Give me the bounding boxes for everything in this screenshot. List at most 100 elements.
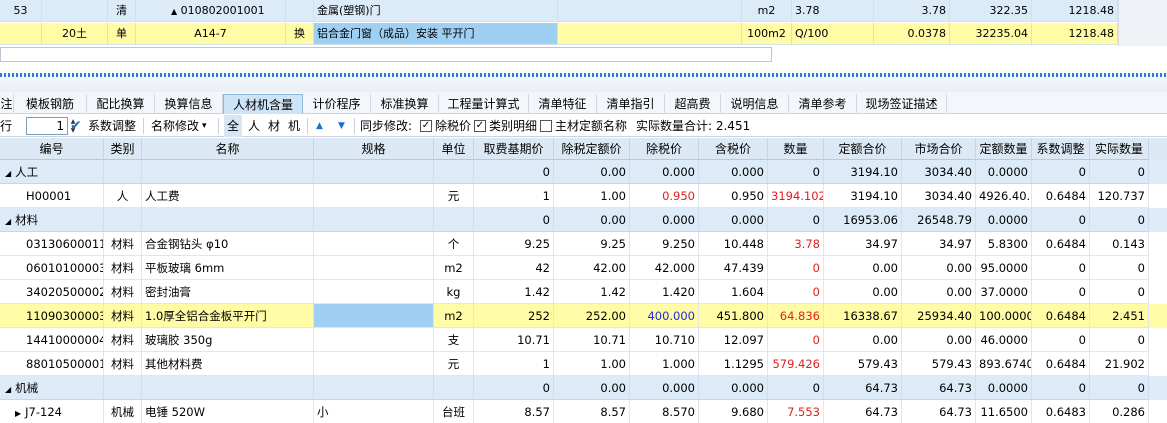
- cell-price-excl-tax[interactable]: 0.950: [630, 184, 699, 208]
- column-header-name[interactable]: 名称: [142, 138, 314, 160]
- cell-quota-quantity[interactable]: 893.6740: [976, 352, 1032, 376]
- column-header-price-excl-tax[interactable]: 除税价: [630, 138, 699, 160]
- cell-code[interactable]: H00001: [0, 184, 104, 208]
- category-detail-checkbox[interactable]: ✓: [474, 120, 486, 132]
- cell-price-incl-tax[interactable]: 451.800: [699, 304, 768, 328]
- cell-quantity[interactable]: 0: [768, 256, 824, 280]
- column-header-code[interactable]: 编号: [0, 138, 104, 160]
- cell-name[interactable]: 1.0厚全铝合金板平开门: [142, 304, 314, 328]
- coef-adjust-button[interactable]: 系数调整: [88, 115, 136, 137]
- cell-code[interactable]: 03130600011: [0, 232, 104, 256]
- bill-name[interactable]: 金属(塑钢)门: [314, 0, 558, 22]
- cell-quota-total[interactable]: 0.00: [824, 328, 902, 352]
- cell-coef-adjust[interactable]: 0.6484: [1032, 352, 1090, 376]
- cell-base-price[interactable]: 9.25: [474, 232, 554, 256]
- column-header-quantity[interactable]: 数量: [768, 138, 824, 160]
- cell-coef-adjust[interactable]: 0: [1032, 208, 1090, 232]
- cell-quota-total[interactable]: 579.43: [824, 352, 902, 376]
- column-header-quota-total[interactable]: 定额合价: [824, 138, 902, 160]
- cell-code[interactable]: 88010500001: [0, 352, 104, 376]
- cell-base-price[interactable]: 1.42: [474, 280, 554, 304]
- cell-spec[interactable]: [314, 304, 434, 328]
- cell-spec[interactable]: [314, 184, 434, 208]
- excl-tax-price-checkbox[interactable]: ✓: [420, 120, 432, 132]
- tab-formwork-rebar[interactable]: 模板钢筋: [14, 94, 87, 114]
- cell-spec[interactable]: [314, 280, 434, 304]
- cell-quota-price-excl-tax[interactable]: 0.00: [554, 208, 630, 232]
- cell-unit[interactable]: kg: [434, 280, 474, 304]
- cell-spec[interactable]: [314, 256, 434, 280]
- cell-name[interactable]: 合金钢钻头 φ10: [142, 232, 314, 256]
- move-down-icon[interactable]: ▼: [338, 115, 345, 137]
- bill-feature[interactable]: [558, 0, 742, 22]
- cell-spec[interactable]: [314, 208, 434, 232]
- cell-base-price[interactable]: 0: [474, 376, 554, 400]
- filter-material-button[interactable]: 材: [268, 115, 280, 137]
- tab-quantity-formula[interactable]: 工程量计算式: [439, 94, 529, 114]
- column-header-actual-quantity[interactable]: 实际数量: [1090, 138, 1149, 160]
- vertical-scrollbar[interactable]: [1118, 0, 1167, 46]
- cell-coef-adjust[interactable]: 0.6484: [1032, 232, 1090, 256]
- cell-actual-quantity[interactable]: 120.737: [1090, 184, 1149, 208]
- cell-market-total[interactable]: 0.00: [902, 256, 976, 280]
- cell-market-total[interactable]: 0.00: [902, 328, 976, 352]
- cell-market-total[interactable]: 3034.40: [902, 184, 976, 208]
- cell-quota-quantity[interactable]: 46.0000: [976, 328, 1032, 352]
- cell-quantity[interactable]: 3194.102: [768, 184, 824, 208]
- cell-coef-adjust[interactable]: 0.6484: [1032, 184, 1090, 208]
- cell-name[interactable]: 电锤 520W: [142, 400, 314, 423]
- cell-unit[interactable]: 元: [434, 184, 474, 208]
- cell-unit[interactable]: 支: [434, 328, 474, 352]
- cell-quota-total[interactable]: 3194.10: [824, 160, 902, 184]
- cell-name[interactable]: 密封油膏: [142, 280, 314, 304]
- cell-code[interactable]: 14410000004: [0, 328, 104, 352]
- cell-spec[interactable]: [314, 352, 434, 376]
- cell-price-incl-tax[interactable]: 0.000: [699, 160, 768, 184]
- cell-market-total[interactable]: 64.73: [902, 376, 976, 400]
- cell-quantity[interactable]: 0: [768, 328, 824, 352]
- category-detail-label[interactable]: 类别明细: [489, 115, 537, 137]
- cell-category[interactable]: 材料: [104, 352, 142, 376]
- cell-base-price[interactable]: 10.71: [474, 328, 554, 352]
- cell-price-excl-tax[interactable]: 0.000: [630, 208, 699, 232]
- table-row[interactable]: ▶ J7-124 机械 电锤 520W 小台班 8.57 8.57 8.570 9.680 7.5…: [0, 400, 1167, 423]
- cell-quota-quantity[interactable]: 5.8300: [976, 232, 1032, 256]
- cell-quota-price-excl-tax[interactable]: 1.00: [554, 184, 630, 208]
- cell-price-excl-tax[interactable]: 8.570: [630, 400, 699, 423]
- cell-price-excl-tax[interactable]: 0.000: [630, 160, 699, 184]
- panel-splitter[interactable]: [0, 70, 1167, 92]
- cell-spec[interactable]: [314, 232, 434, 256]
- cell-coef-adjust[interactable]: 0: [1032, 328, 1090, 352]
- cell-quantity[interactable]: 0: [768, 280, 824, 304]
- cell-unit[interactable]: [434, 208, 474, 232]
- cell-unit[interactable]: m2: [434, 256, 474, 280]
- cell-market-total[interactable]: 34.97: [902, 232, 976, 256]
- cell-price-excl-tax[interactable]: 0.000: [630, 376, 699, 400]
- cell-code[interactable]: ◢ 材料: [0, 208, 104, 232]
- bill-name[interactable]: 铝合金门窗（成品）安装 平开门: [314, 23, 558, 45]
- cell-code[interactable]: 11090300003~: [0, 304, 104, 328]
- cell-quota-total[interactable]: 0.00: [824, 280, 902, 304]
- cell-coef-adjust[interactable]: 0: [1032, 160, 1090, 184]
- group-row[interactable]: ◢ 机械 0 0.00 0.000 0.000 0 64.73 64.73 0.0000 0 0: [0, 376, 1167, 400]
- column-header-market-total[interactable]: 市场合价: [902, 138, 976, 160]
- cell-spec[interactable]: [314, 328, 434, 352]
- cell-market-total[interactable]: 26548.79: [902, 208, 976, 232]
- table-row[interactable]: 14410000004 材料 玻璃胶 350g 支 10.71 10.71 10.710 12…: [0, 328, 1167, 352]
- main-quota-name-label[interactable]: 主材定额名称: [555, 115, 627, 137]
- cell-coef-adjust[interactable]: 0: [1032, 376, 1090, 400]
- cell-coef-adjust[interactable]: 0.6484: [1032, 304, 1090, 328]
- tab-bill-features[interactable]: 清单特征: [529, 94, 597, 114]
- cell-market-total[interactable]: 579.43: [902, 352, 976, 376]
- column-header-price-incl-tax[interactable]: 含税价: [699, 138, 768, 160]
- collapse-triangle-icon[interactable]: ◢: [5, 169, 11, 178]
- cell-price-excl-tax[interactable]: 9.250: [630, 232, 699, 256]
- cell-market-total[interactable]: 25934.40: [902, 304, 976, 328]
- cell-quota-total[interactable]: 34.97: [824, 232, 902, 256]
- bill-code[interactable]: A14-7: [136, 23, 286, 45]
- excl-tax-price-label[interactable]: 除税价: [435, 115, 471, 137]
- cell-quota-total[interactable]: 0.00: [824, 256, 902, 280]
- splitter-grip[interactable]: [0, 73, 1167, 77]
- column-header-quota-quantity[interactable]: 定额数量: [976, 138, 1032, 160]
- cell-name[interactable]: 玻璃胶 350g: [142, 328, 314, 352]
